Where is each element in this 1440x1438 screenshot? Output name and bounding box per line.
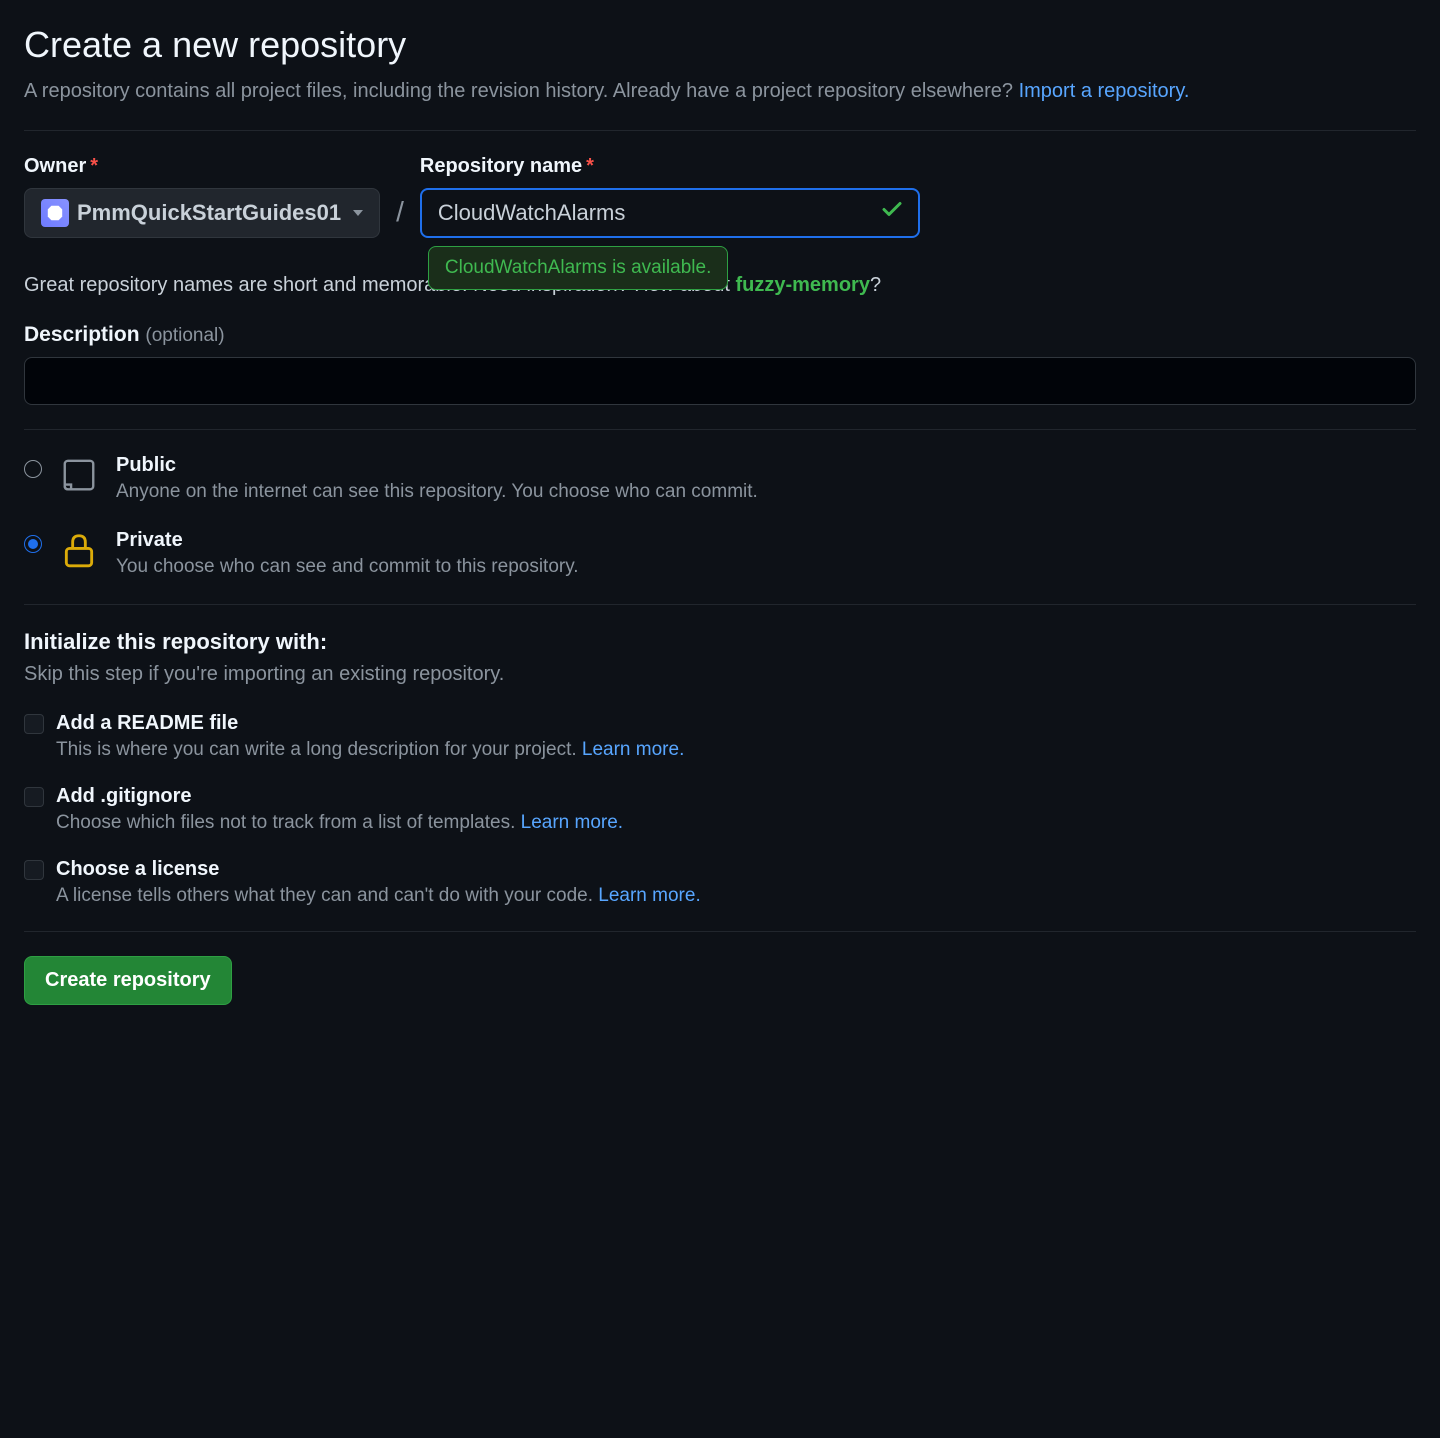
path-separator: / <box>396 196 404 228</box>
page-subtitle: A repository contains all project files,… <box>24 76 1416 106</box>
description-label: Description (optional) <box>24 323 1416 347</box>
readme-learn-more-link[interactable]: Learn more. <box>582 739 684 760</box>
readme-desc-text: This is where you can write a long descr… <box>56 739 582 760</box>
repo-name-input[interactable] <box>420 188 920 238</box>
license-learn-more-link[interactable]: Learn more. <box>598 885 700 906</box>
hint-suffix: ? <box>870 274 881 296</box>
import-repository-link[interactable]: Import a repository. <box>1019 80 1190 102</box>
gitignore-checkbox[interactable] <box>24 787 44 807</box>
optional-indicator: (optional) <box>145 325 224 346</box>
license-desc-text: A license tells others what they can and… <box>56 885 598 906</box>
initialize-title: Initialize this repository with: <box>24 629 1416 655</box>
required-indicator: * <box>586 155 594 177</box>
subtitle-text: A repository contains all project files,… <box>24 80 1019 102</box>
divider <box>24 429 1416 430</box>
visibility-public-radio[interactable] <box>24 460 42 478</box>
license-desc: A license tells others what they can and… <box>56 885 1416 907</box>
repo-name-label: Repository name* <box>420 155 920 178</box>
repo-icon <box>60 456 98 496</box>
lock-icon <box>60 531 98 571</box>
license-checkbox[interactable] <box>24 860 44 880</box>
readme-checkbox[interactable] <box>24 714 44 734</box>
chevron-down-icon <box>353 210 363 216</box>
description-input[interactable] <box>24 357 1416 405</box>
divider <box>24 130 1416 131</box>
owner-avatar-icon <box>41 199 69 227</box>
divider <box>24 931 1416 932</box>
divider <box>24 604 1416 605</box>
page-title: Create a new repository <box>24 24 1416 66</box>
gitignore-label: Add .gitignore <box>56 785 192 808</box>
readme-label: Add a README file <box>56 712 238 735</box>
owner-label: Owner* <box>24 155 380 178</box>
visibility-private-desc: You choose who can see and commit to thi… <box>116 556 579 578</box>
check-icon <box>880 198 904 229</box>
visibility-private-radio[interactable] <box>24 535 42 553</box>
owner-label-text: Owner <box>24 155 86 177</box>
readme-desc: This is where you can write a long descr… <box>56 739 1416 761</box>
name-suggestion[interactable]: fuzzy-memory <box>735 274 869 296</box>
availability-tooltip: CloudWatchAlarms is available. <box>428 246 728 290</box>
license-label: Choose a license <box>56 858 219 881</box>
visibility-public-title: Public <box>116 454 758 477</box>
visibility-private-title: Private <box>116 529 579 552</box>
visibility-public-desc: Anyone on the internet can see this repo… <box>116 481 758 503</box>
gitignore-desc-text: Choose which files not to track from a l… <box>56 812 521 833</box>
gitignore-learn-more-link[interactable]: Learn more. <box>521 812 623 833</box>
repo-name-label-text: Repository name <box>420 155 582 177</box>
description-label-text: Description <box>24 323 140 346</box>
owner-dropdown[interactable]: PmmQuickStartGuides01 <box>24 188 380 238</box>
required-indicator: * <box>90 155 98 177</box>
gitignore-desc: Choose which files not to track from a l… <box>56 812 1416 834</box>
create-repository-button[interactable]: Create repository <box>24 956 232 1005</box>
owner-name: PmmQuickStartGuides01 <box>77 200 341 226</box>
initialize-subtitle: Skip this step if you're importing an ex… <box>24 663 1416 686</box>
